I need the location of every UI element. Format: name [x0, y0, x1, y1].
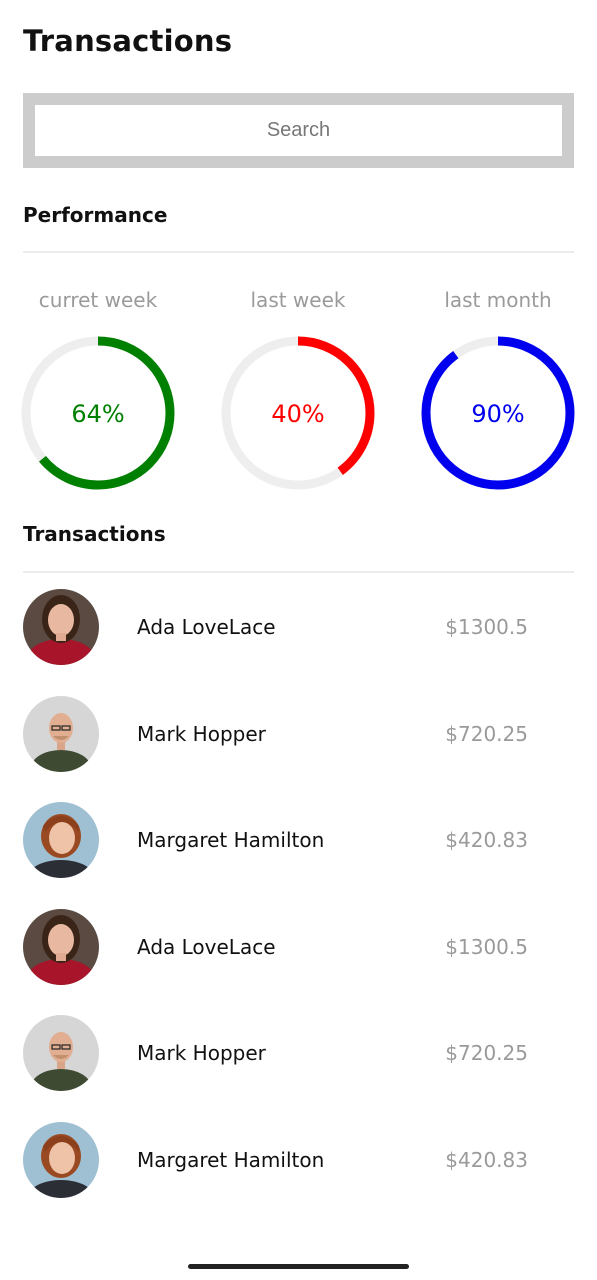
transaction-row[interactable]: Margaret Hamilton $420.83: [0, 1121, 597, 1229]
page-title: Transactions: [23, 24, 233, 58]
gauge-ring: 90%: [421, 336, 575, 490]
search-box: [23, 93, 574, 168]
gauge-ring: 64%: [21, 336, 175, 490]
bald-man-glasses-avatar-icon: [23, 1015, 99, 1092]
transaction-amount: $420.83: [445, 828, 528, 853]
transaction-amount: $420.83: [445, 1147, 528, 1172]
woman-red-hair-avatar-icon: [23, 802, 99, 879]
transaction-list: Ada LoveLace $1300.5 Mark Hopper $720.25: [0, 589, 597, 1229]
transaction-row[interactable]: Margaret Hamilton $420.83: [0, 802, 597, 909]
woman-red-sweater-avatar-icon: [23, 589, 99, 665]
avatar: [23, 589, 99, 665]
avatar: [23, 802, 99, 879]
transaction-row[interactable]: Ada LoveLace $1300.5: [0, 908, 597, 1016]
gauge-label: curret week: [38, 288, 158, 312]
gauge-last-week: last week 40%: [220, 285, 376, 491]
search-input[interactable]: [35, 105, 562, 156]
avatar: [23, 695, 99, 772]
transaction-amount: $1300.5: [445, 934, 528, 959]
gauge-ring: 40%: [221, 336, 375, 490]
transaction-amount: $720.25: [445, 1041, 528, 1066]
transaction-name: Mark Hopper: [137, 1041, 266, 1066]
transaction-name: Margaret Hamilton: [137, 1147, 325, 1172]
transaction-row[interactable]: Mark Hopper $720.25: [0, 1015, 597, 1122]
transaction-name: Margaret Hamilton: [137, 828, 325, 853]
gauge-label: last month: [444, 288, 552, 312]
gauge-last-month: last month 90%: [420, 285, 576, 491]
gauge-label: last week: [250, 288, 346, 312]
gauge-value: 90%: [471, 400, 524, 428]
transaction-amount: $1300.5: [445, 615, 528, 639]
transaction-name: Ada LoveLace: [137, 934, 276, 959]
transaction-name: Ada LoveLace: [137, 615, 276, 639]
transactions-divider: [23, 571, 574, 573]
avatar: [23, 908, 99, 985]
transactions-section-title: Transactions: [23, 522, 166, 546]
transaction-row[interactable]: Ada LoveLace $1300.5: [0, 589, 597, 696]
transactions-screen: Transactions Performance curret week 64%…: [0, 0, 597, 1280]
avatar: [23, 1015, 99, 1092]
performance-section-title: Performance: [23, 203, 168, 227]
home-indicator: [188, 1264, 409, 1269]
woman-red-sweater-avatar-icon: [23, 908, 99, 985]
transaction-name: Mark Hopper: [137, 721, 266, 746]
transaction-row[interactable]: Mark Hopper $720.25: [0, 695, 597, 803]
bald-man-glasses-avatar-icon: [23, 695, 99, 772]
avatar: [23, 1121, 99, 1198]
gauge-current-week: curret week 64%: [20, 285, 176, 491]
transaction-amount: $720.25: [445, 721, 528, 746]
performance-divider: [23, 251, 574, 253]
gauge-value: 64%: [71, 400, 124, 428]
woman-red-hair-avatar-icon: [23, 1121, 99, 1198]
gauge-value: 40%: [271, 400, 324, 428]
